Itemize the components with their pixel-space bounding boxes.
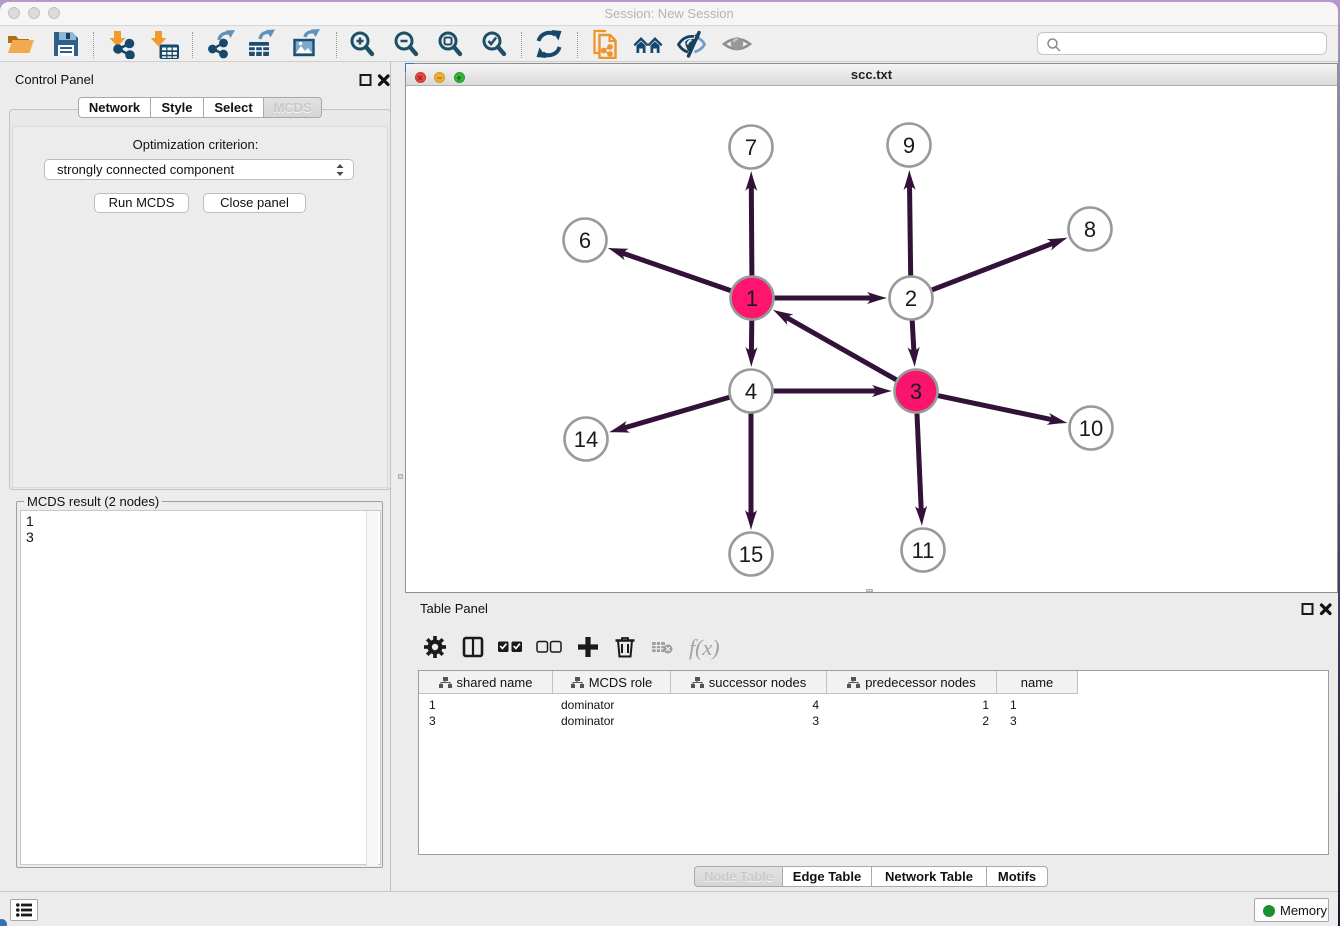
- svg-text:10: 10: [1079, 416, 1103, 441]
- svg-text:11: 11: [912, 538, 935, 563]
- svg-text:14: 14: [574, 427, 598, 452]
- svg-text:f(x): f(x): [689, 635, 720, 660]
- svg-text:6: 6: [579, 228, 591, 253]
- svg-text:15: 15: [739, 542, 763, 567]
- svg-text:8: 8: [1084, 217, 1096, 242]
- svg-text:1: 1: [746, 286, 758, 311]
- svg-text:4: 4: [745, 379, 757, 404]
- svg-text:3: 3: [910, 379, 922, 404]
- svg-text:2: 2: [905, 286, 917, 311]
- svg-text:9: 9: [903, 133, 915, 158]
- svg-text:7: 7: [745, 135, 757, 160]
